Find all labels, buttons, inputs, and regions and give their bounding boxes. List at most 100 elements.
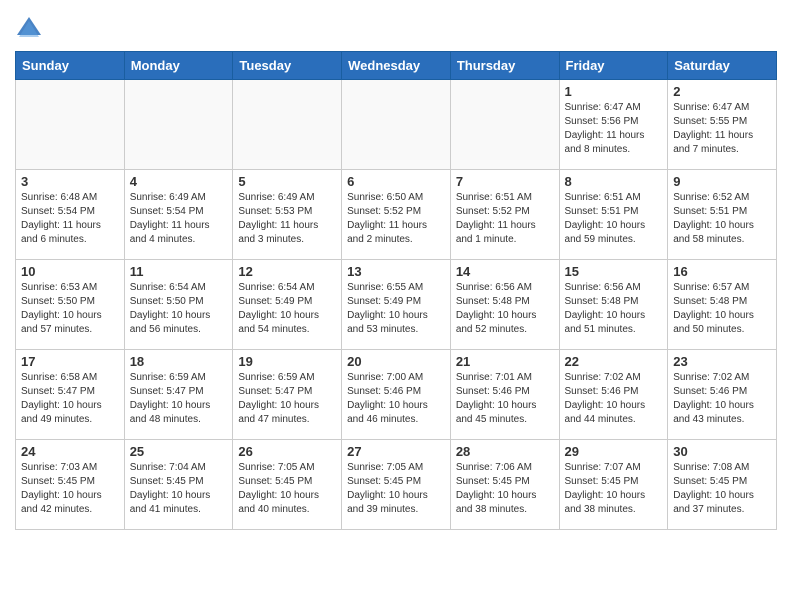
- day-info: Sunrise: 6:47 AMSunset: 5:55 PMDaylight:…: [673, 101, 771, 157]
- day-info: Sunrise: 6:56 AMSunset: 5:48 PMDaylight:…: [565, 281, 663, 337]
- week-row-2: 3 Sunrise: 6:48 AMSunset: 5:54 PMDaylight…: [16, 170, 777, 260]
- day-info: Sunrise: 7:05 AMSunset: 5:45 PMDaylight:…: [347, 461, 445, 517]
- day-number: 23: [673, 354, 771, 369]
- day-info: Sunrise: 6:59 AMSunset: 5:47 PMDaylight:…: [238, 371, 336, 427]
- day-info: Sunrise: 6:51 AMSunset: 5:51 PMDaylight:…: [565, 191, 663, 247]
- day-number: 7: [456, 174, 554, 189]
- day-number: 8: [565, 174, 663, 189]
- week-row-4: 17Sunrise: 6:58 AMSunset: 5:47 PMDayligh…: [16, 350, 777, 440]
- day-info: Sunrise: 6:55 AMSunset: 5:49 PMDaylight:…: [347, 281, 445, 337]
- day-cell: 9 Sunrise: 6:52 AMSunset: 5:51 PMDaylight…: [668, 170, 777, 260]
- day-info: Sunrise: 6:59 AMSunset: 5:47 PMDaylight:…: [130, 371, 228, 427]
- day-cell: 10 Sunrise: 6:53 AMSunset: 5:50 PMDayligh…: [16, 260, 125, 350]
- weekday-header-tuesday: Tuesday: [233, 52, 342, 80]
- day-cell: 17Sunrise: 6:58 AMSunset: 5:47 PMDayligh…: [16, 350, 125, 440]
- day-info: Sunrise: 6:52 AMSunset: 5:51 PMDaylight:…: [673, 191, 771, 247]
- day-number: 14: [456, 264, 554, 279]
- weekday-header-monday: Monday: [124, 52, 233, 80]
- day-info: Sunrise: 7:02 AMSunset: 5:46 PMDaylight:…: [565, 371, 663, 427]
- day-info: Sunrise: 7:01 AMSunset: 5:46 PMDaylight:…: [456, 371, 554, 427]
- header: [15, 10, 777, 43]
- day-cell: 29 Sunrise: 7:07 AMSunset: 5:45 PMDayligh…: [559, 440, 668, 530]
- day-cell: 30 Sunrise: 7:08 AMSunset: 5:45 PMDayligh…: [668, 440, 777, 530]
- day-number: 9: [673, 174, 771, 189]
- day-cell: 11 Sunrise: 6:54 AMSunset: 5:50 PMDayligh…: [124, 260, 233, 350]
- calendar: SundayMondayTuesdayWednesdayThursdayFrid…: [15, 51, 777, 530]
- day-cell: 23 Sunrise: 7:02 AMSunset: 5:46 PMDayligh…: [668, 350, 777, 440]
- day-number: 3: [21, 174, 119, 189]
- day-cell: [124, 80, 233, 170]
- day-number: 16: [673, 264, 771, 279]
- day-info: Sunrise: 7:06 AMSunset: 5:45 PMDaylight:…: [456, 461, 554, 517]
- day-info: Sunrise: 6:54 AMSunset: 5:49 PMDaylight:…: [238, 281, 336, 337]
- weekday-header-saturday: Saturday: [668, 52, 777, 80]
- day-cell: 15 Sunrise: 6:56 AMSunset: 5:48 PMDayligh…: [559, 260, 668, 350]
- day-number: 28: [456, 444, 554, 459]
- day-info: Sunrise: 6:49 AMSunset: 5:54 PMDaylight:…: [130, 191, 228, 247]
- day-number: 5: [238, 174, 336, 189]
- day-cell: 22 Sunrise: 7:02 AMSunset: 5:46 PMDayligh…: [559, 350, 668, 440]
- day-cell: 3 Sunrise: 6:48 AMSunset: 5:54 PMDaylight…: [16, 170, 125, 260]
- day-info: Sunrise: 7:02 AMSunset: 5:46 PMDaylight:…: [673, 371, 771, 427]
- day-info: Sunrise: 6:50 AMSunset: 5:52 PMDaylight:…: [347, 191, 445, 247]
- day-info: Sunrise: 6:53 AMSunset: 5:50 PMDaylight:…: [21, 281, 119, 337]
- day-cell: 8 Sunrise: 6:51 AMSunset: 5:51 PMDaylight…: [559, 170, 668, 260]
- day-info: Sunrise: 6:56 AMSunset: 5:48 PMDaylight:…: [456, 281, 554, 337]
- day-number: 25: [130, 444, 228, 459]
- day-info: Sunrise: 6:47 AMSunset: 5:56 PMDaylight:…: [565, 101, 663, 157]
- day-cell: 7 Sunrise: 6:51 AMSunset: 5:52 PMDaylight…: [450, 170, 559, 260]
- day-cell: 19 Sunrise: 6:59 AMSunset: 5:47 PMDayligh…: [233, 350, 342, 440]
- day-cell: 2 Sunrise: 6:47 AMSunset: 5:55 PMDaylight…: [668, 80, 777, 170]
- day-number: 6: [347, 174, 445, 189]
- day-number: 30: [673, 444, 771, 459]
- day-cell: 24Sunrise: 7:03 AMSunset: 5:45 PMDayligh…: [16, 440, 125, 530]
- day-number: 19: [238, 354, 336, 369]
- logo: [15, 15, 47, 43]
- day-info: Sunrise: 7:04 AMSunset: 5:45 PMDaylight:…: [130, 461, 228, 517]
- day-info: Sunrise: 7:03 AMSunset: 5:45 PMDaylight:…: [21, 461, 119, 517]
- weekday-header-friday: Friday: [559, 52, 668, 80]
- day-number: 20: [347, 354, 445, 369]
- day-cell: [233, 80, 342, 170]
- day-number: 26: [238, 444, 336, 459]
- weekday-header-wednesday: Wednesday: [342, 52, 451, 80]
- week-row-1: 1 Sunrise: 6:47 AMSunset: 5:56 PMDaylight…: [16, 80, 777, 170]
- day-number: 22: [565, 354, 663, 369]
- day-info: Sunrise: 6:48 AMSunset: 5:54 PMDaylight:…: [21, 191, 119, 247]
- weekday-header-row: SundayMondayTuesdayWednesdayThursdayFrid…: [16, 52, 777, 80]
- day-number: 10: [21, 264, 119, 279]
- day-cell: 14 Sunrise: 6:56 AMSunset: 5:48 PMDayligh…: [450, 260, 559, 350]
- day-number: 29: [565, 444, 663, 459]
- day-info: Sunrise: 7:07 AMSunset: 5:45 PMDaylight:…: [565, 461, 663, 517]
- day-number: 18: [130, 354, 228, 369]
- day-number: 11: [130, 264, 228, 279]
- day-number: 27: [347, 444, 445, 459]
- day-info: Sunrise: 7:08 AMSunset: 5:45 PMDaylight:…: [673, 461, 771, 517]
- day-number: 21: [456, 354, 554, 369]
- day-number: 4: [130, 174, 228, 189]
- day-cell: 1 Sunrise: 6:47 AMSunset: 5:56 PMDaylight…: [559, 80, 668, 170]
- week-row-3: 10 Sunrise: 6:53 AMSunset: 5:50 PMDayligh…: [16, 260, 777, 350]
- day-cell: 16 Sunrise: 6:57 AMSunset: 5:48 PMDayligh…: [668, 260, 777, 350]
- day-cell: 25 Sunrise: 7:04 AMSunset: 5:45 PMDayligh…: [124, 440, 233, 530]
- day-number: 12: [238, 264, 336, 279]
- week-row-5: 24Sunrise: 7:03 AMSunset: 5:45 PMDayligh…: [16, 440, 777, 530]
- day-cell: 28 Sunrise: 7:06 AMSunset: 5:45 PMDayligh…: [450, 440, 559, 530]
- day-number: 13: [347, 264, 445, 279]
- day-cell: 5Sunrise: 6:49 AMSunset: 5:53 PMDaylight…: [233, 170, 342, 260]
- day-cell: [450, 80, 559, 170]
- day-info: Sunrise: 6:51 AMSunset: 5:52 PMDaylight:…: [456, 191, 554, 247]
- day-cell: 13 Sunrise: 6:55 AMSunset: 5:49 PMDayligh…: [342, 260, 451, 350]
- day-number: 15: [565, 264, 663, 279]
- day-info: Sunrise: 7:05 AMSunset: 5:45 PMDaylight:…: [238, 461, 336, 517]
- logo-icon: [15, 15, 43, 43]
- day-cell: 6 Sunrise: 6:50 AMSunset: 5:52 PMDaylight…: [342, 170, 451, 260]
- day-number: 1: [565, 84, 663, 99]
- day-info: Sunrise: 6:57 AMSunset: 5:48 PMDaylight:…: [673, 281, 771, 337]
- day-cell: 27 Sunrise: 7:05 AMSunset: 5:45 PMDayligh…: [342, 440, 451, 530]
- day-cell: 12 Sunrise: 6:54 AMSunset: 5:49 PMDayligh…: [233, 260, 342, 350]
- day-info: Sunrise: 6:54 AMSunset: 5:50 PMDaylight:…: [130, 281, 228, 337]
- day-cell: 20Sunrise: 7:00 AMSunset: 5:46 PMDayligh…: [342, 350, 451, 440]
- weekday-header-sunday: Sunday: [16, 52, 125, 80]
- day-number: 2: [673, 84, 771, 99]
